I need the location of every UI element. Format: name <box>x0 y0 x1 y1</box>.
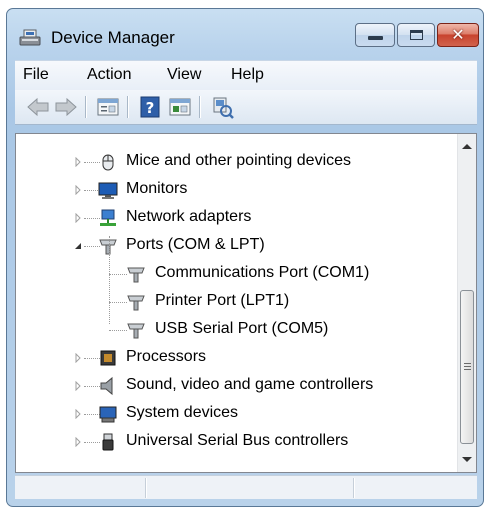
mouse-icon <box>102 154 114 171</box>
expand-arrow-icon[interactable] <box>73 381 83 391</box>
scroll-up-icon[interactable] <box>462 144 472 149</box>
tree-item-ports[interactable]: Ports (COM & LPT) <box>16 232 456 260</box>
system-device-icon <box>99 406 117 423</box>
tree-item-label: Printer Port (LPT1) <box>155 292 290 309</box>
scan-hardware-icon[interactable] <box>209 95 235 119</box>
tree-item-label: USB Serial Port (COM5) <box>155 320 329 337</box>
maximize-icon <box>410 30 423 40</box>
status-bar <box>15 475 477 499</box>
menu-help[interactable]: Help <box>231 66 264 84</box>
usb-icon <box>102 433 114 451</box>
menu-action[interactable]: Action <box>87 66 131 84</box>
device-manager-icon <box>19 29 41 46</box>
tree-item-label: Network adapters <box>126 208 252 225</box>
close-button[interactable]: ✕ <box>437 23 479 47</box>
tree-item-mice[interactable]: Mice and other pointing devices <box>16 148 456 176</box>
port-icon <box>127 295 145 311</box>
scrollbar-thumb[interactable] <box>460 290 474 444</box>
processor-icon <box>100 350 116 366</box>
port-icon <box>99 239 117 255</box>
tree-item-com5[interactable]: USB Serial Port (COM5) <box>16 316 456 344</box>
toolbar-separator <box>85 96 87 118</box>
scroll-down-icon[interactable] <box>462 457 472 462</box>
vertical-scrollbar[interactable] <box>457 134 476 472</box>
expand-arrow-icon[interactable] <box>73 409 83 419</box>
tree-item-label: Universal Serial Bus controllers <box>126 432 349 449</box>
tree-item-label: System devices <box>126 404 239 421</box>
toolbar-separator <box>127 96 129 118</box>
tree-item-com1[interactable]: Communications Port (COM1) <box>16 260 456 288</box>
minimize-button[interactable] <box>355 23 395 47</box>
expand-arrow-icon[interactable] <box>73 213 83 223</box>
tree-item-label: Communications Port (COM1) <box>155 264 370 281</box>
tree-item-system-devices[interactable]: System devices <box>16 400 456 428</box>
tree-item-usb-controllers[interactable]: Universal Serial Bus controllers <box>16 428 456 456</box>
tree-item-lpt1[interactable]: Printer Port (LPT1) <box>16 288 456 316</box>
port-icon <box>127 267 145 283</box>
port-icon <box>127 323 145 339</box>
help-icon[interactable]: ? <box>137 95 163 119</box>
tree-item-label: Monitors <box>126 180 188 197</box>
properties-icon[interactable] <box>95 95 121 119</box>
minimize-icon <box>368 36 383 40</box>
title-bar[interactable]: Device Manager ✕ <box>7 9 483 59</box>
window-title: Device Manager <box>51 28 175 47</box>
status-divider <box>145 478 147 498</box>
tree-item-label: Processors <box>126 348 207 365</box>
collapse-arrow-icon[interactable] <box>73 241 83 251</box>
tree-item-monitors[interactable]: Monitors <box>16 176 456 204</box>
tree-item-sound-video-game[interactable]: Sound, video and game controllers <box>16 372 456 400</box>
expand-arrow-icon[interactable] <box>73 437 83 447</box>
tree-item-label: Ports (COM & LPT) <box>126 236 265 253</box>
menu-bar: File Action View Help <box>15 60 477 91</box>
show-hidden-icon[interactable] <box>167 95 193 119</box>
tree-item-label: Mice and other pointing devices <box>126 152 352 169</box>
toolbar: ? <box>15 90 477 125</box>
device-manager-window: Device Manager ✕ File Action View Help ?… <box>6 8 484 507</box>
device-tree[interactable]: Mice and other pointing devices Monitors… <box>15 133 477 473</box>
expand-arrow-icon[interactable] <box>73 157 83 167</box>
forward-arrow-icon[interactable] <box>53 95 79 119</box>
maximize-button[interactable] <box>397 23 435 47</box>
tree-item-processors[interactable]: Processors <box>16 344 456 372</box>
close-icon: ✕ <box>451 25 465 44</box>
menu-view[interactable]: View <box>167 66 201 84</box>
menu-file[interactable]: File <box>23 66 49 84</box>
network-adapter-icon <box>100 209 116 226</box>
speaker-icon <box>100 376 113 396</box>
expand-arrow-icon[interactable] <box>73 185 83 195</box>
toolbar-separator <box>199 96 201 118</box>
svg-text:?: ? <box>146 99 155 117</box>
tree-item-label: Sound, video and game controllers <box>126 376 374 393</box>
tree-item-network-adapters[interactable]: Network adapters <box>16 204 456 232</box>
expand-arrow-icon[interactable] <box>73 353 83 363</box>
status-divider <box>353 478 355 498</box>
back-arrow-icon[interactable] <box>25 95 51 119</box>
monitor-icon <box>98 182 118 199</box>
